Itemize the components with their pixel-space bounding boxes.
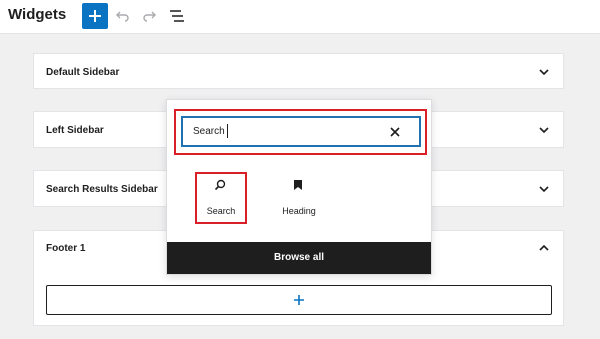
block-label: Heading [282, 206, 316, 216]
header-toolbar: Widgets [0, 0, 600, 34]
undo-icon[interactable] [116, 9, 130, 23]
list-view-icon[interactable] [169, 9, 185, 23]
block-label: Search [206, 206, 236, 216]
panel-title: Left Sidebar [46, 125, 104, 136]
plus-icon [294, 295, 304, 305]
add-block-appender-button[interactable] [46, 285, 552, 315]
chevron-down-icon[interactable] [539, 185, 549, 193]
chevron-down-icon[interactable] [539, 126, 549, 134]
chevron-up-icon[interactable] [539, 244, 549, 252]
text-caret [227, 124, 228, 138]
plus-icon [89, 10, 101, 22]
close-icon[interactable] [390, 127, 400, 137]
panel-title: Footer 1 [46, 243, 86, 254]
browse-all-button[interactable]: Browse all [167, 242, 431, 274]
widget-area-default-sidebar[interactable]: Default Sidebar [33, 53, 564, 89]
search-icon [214, 179, 226, 191]
redo-icon[interactable] [142, 9, 156, 23]
chevron-down-icon[interactable] [539, 68, 549, 76]
search-highlight-frame: Search [174, 109, 427, 155]
block-search-input[interactable]: Search [181, 116, 421, 147]
block-inserter-popover: Search Search Heading Browse all [166, 99, 432, 275]
panel-title: Search Results Sidebar [46, 184, 158, 195]
page-title: Widgets [8, 6, 67, 23]
search-input-value[interactable]: Search [193, 126, 225, 137]
panel-title: Default Sidebar [46, 67, 120, 78]
bookmark-icon [294, 180, 302, 190]
add-block-button[interactable] [82, 3, 108, 29]
